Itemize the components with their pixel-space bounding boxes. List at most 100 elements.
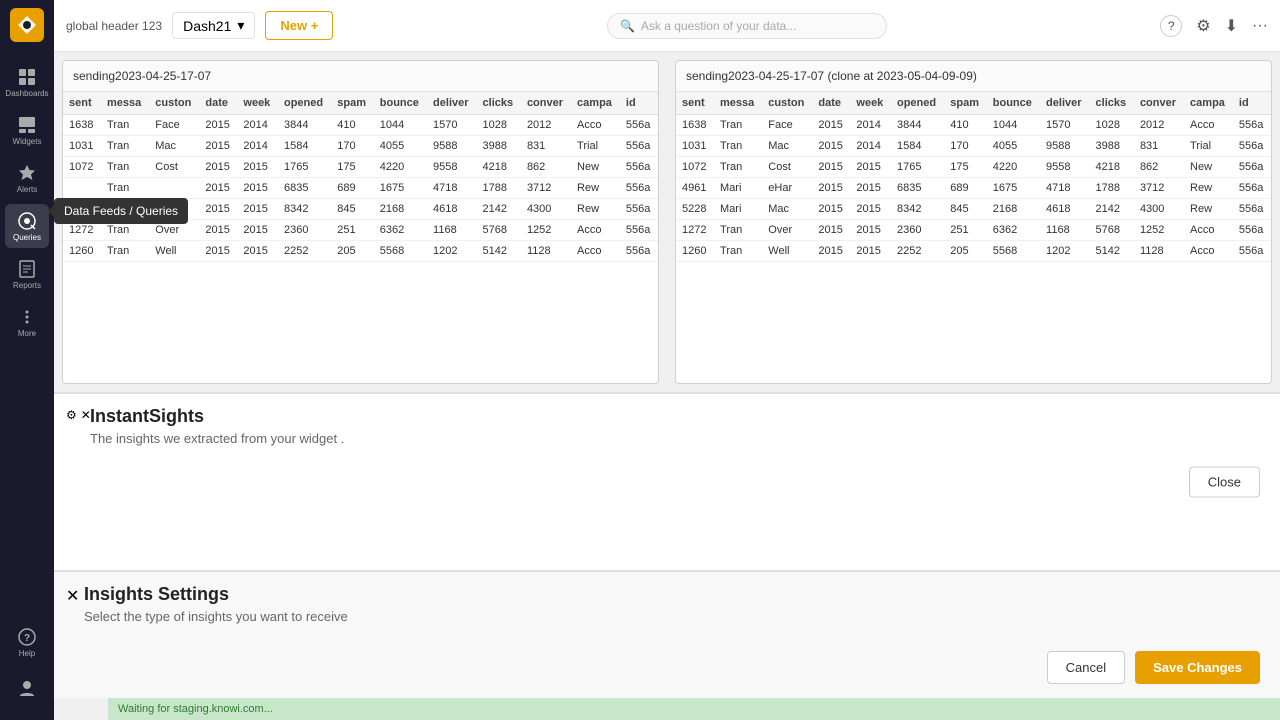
table-cell: 1168: [427, 220, 476, 241]
table-cell: Trial: [571, 136, 620, 157]
search-bar[interactable]: 🔍 Ask a question of your data...: [607, 13, 887, 39]
table-cell: 4618: [1040, 199, 1089, 220]
sidebar-reports-label: Reports: [13, 281, 41, 290]
download-icon[interactable]: ⬇: [1225, 16, 1238, 36]
sidebar-item-help[interactable]: ? Help: [5, 620, 49, 664]
help-icon[interactable]: ?: [1160, 15, 1182, 37]
right-table-panel: sending2023-04-25-17-07 (clone at 2023-0…: [675, 60, 1272, 384]
table-cell: Cost: [149, 157, 199, 178]
table-cell: eHar: [762, 178, 812, 199]
table-cell: 4055: [374, 136, 427, 157]
table-cell: 2015: [850, 241, 891, 262]
table-cell: Tran: [101, 136, 149, 157]
close-button[interactable]: Close: [1189, 467, 1260, 498]
col-opened-left: opened: [278, 92, 331, 115]
cancel-button[interactable]: Cancel: [1047, 651, 1125, 684]
table-cell: Tran: [714, 220, 762, 241]
col-bounce-left: bounce: [374, 92, 427, 115]
sidebar-item-widgets[interactable]: Widgets: [5, 108, 49, 152]
table-cell: 2015: [237, 157, 278, 178]
settings-close-icon[interactable]: ✕: [66, 586, 79, 606]
table-cell: 1675: [987, 178, 1040, 199]
search-icon: 🔍: [620, 19, 635, 33]
table-row: 1638TranFace2015201438444101044157010282…: [63, 115, 658, 136]
table-cell: 1202: [427, 241, 476, 262]
table-cell: Rew: [571, 178, 620, 199]
table-cell: Face: [762, 115, 812, 136]
table-cell: 556a: [1233, 115, 1271, 136]
table-cell: Mac: [762, 136, 812, 157]
table-cell: 2252: [891, 241, 944, 262]
table-cell: 556a: [1233, 220, 1271, 241]
table-cell: 8342: [891, 199, 944, 220]
table-cell: Tran: [101, 115, 149, 136]
table-cell: Over: [762, 220, 812, 241]
table-cell: 1675: [374, 178, 427, 199]
table-cell: 2015: [237, 220, 278, 241]
table-cell: 410: [944, 115, 986, 136]
table-cell: 689: [331, 178, 373, 199]
settings-icon[interactable]: ⚙: [1196, 16, 1210, 36]
table-cell: 2015: [850, 178, 891, 199]
table-cell: 8342: [278, 199, 331, 220]
table-cell: 1788: [477, 178, 521, 199]
sidebar-item-user[interactable]: [5, 666, 49, 710]
table-cell: 1168: [1040, 220, 1089, 241]
table-cell: 556a: [620, 220, 658, 241]
col-opened-right: opened: [891, 92, 944, 115]
sidebar-item-dashboards[interactable]: Dashboards: [5, 60, 49, 104]
right-table-scroll[interactable]: sent messa custon date week opened spam …: [676, 92, 1271, 383]
table-row: 5228MariMac20152015834284521684618214243…: [676, 199, 1271, 220]
col-clicks-left: clicks: [477, 92, 521, 115]
table-cell: 1638: [676, 115, 714, 136]
table-cell: 556a: [1233, 199, 1271, 220]
sidebar-item-reports[interactable]: Reports: [5, 252, 49, 296]
main-header: global header 123 Dash21 ▾ New + 🔍 Ask a…: [54, 0, 1280, 52]
sidebar-item-alerts[interactable]: Alerts: [5, 156, 49, 200]
sidebar-item-more[interactable]: More: [5, 300, 49, 344]
table-cell: 4618: [427, 199, 476, 220]
table-cell: New: [571, 157, 620, 178]
table-cell: 556a: [1233, 178, 1271, 199]
table-cell: Tran: [101, 241, 149, 262]
sidebar-help-label: Help: [19, 649, 35, 658]
app-logo[interactable]: [10, 8, 44, 42]
col-messa-left: messa: [101, 92, 149, 115]
left-table-title: sending2023-04-25-17-07: [63, 61, 658, 92]
more-options-icon[interactable]: ···: [1252, 17, 1268, 35]
insights-settings-panel: ✕ Insights Settings Select the type of i…: [54, 570, 1280, 698]
left-table-scroll[interactable]: sent messa custon date week opened spam …: [63, 92, 658, 383]
table-cell: Mari: [714, 199, 762, 220]
col-date-right: date: [812, 92, 850, 115]
table-cell: 175: [944, 157, 986, 178]
dashboard-selector[interactable]: Dash21 ▾: [172, 12, 255, 39]
save-changes-button[interactable]: Save Changes: [1135, 651, 1260, 684]
sidebar-item-queries[interactable]: Queries: [5, 204, 49, 248]
table-cell: 2015: [812, 115, 850, 136]
table-cell: 1584: [891, 136, 944, 157]
table-cell: 1638: [63, 115, 101, 136]
table-cell: 4218: [1090, 157, 1134, 178]
table-cell: 556a: [620, 115, 658, 136]
search-placeholder: Ask a question of your data...: [641, 19, 796, 33]
new-button[interactable]: New +: [265, 11, 333, 40]
table-cell: 2015: [199, 199, 237, 220]
table-cell: 2015: [850, 199, 891, 220]
table-cell: 2015: [237, 241, 278, 262]
table-cell: 1584: [278, 136, 331, 157]
table-cell: 4718: [427, 178, 476, 199]
table-cell: Mari: [714, 178, 762, 199]
table-cell: 2168: [374, 199, 427, 220]
table-cell: 3988: [477, 136, 521, 157]
table-cell: 1252: [521, 220, 571, 241]
table-cell: 2015: [237, 199, 278, 220]
table-cell: 2012: [1134, 115, 1184, 136]
col-deliver-right: deliver: [1040, 92, 1089, 115]
table-row: 1031TranMac20152014158417040559588398883…: [63, 136, 658, 157]
instant-sights-title: InstantSights: [90, 406, 1264, 427]
table-cell: 556a: [620, 157, 658, 178]
table-cell: 205: [331, 241, 373, 262]
table-cell: Face: [149, 115, 199, 136]
instant-sights-gear-icon[interactable]: ⚙ ✕: [66, 408, 91, 422]
table-cell: 205: [944, 241, 986, 262]
